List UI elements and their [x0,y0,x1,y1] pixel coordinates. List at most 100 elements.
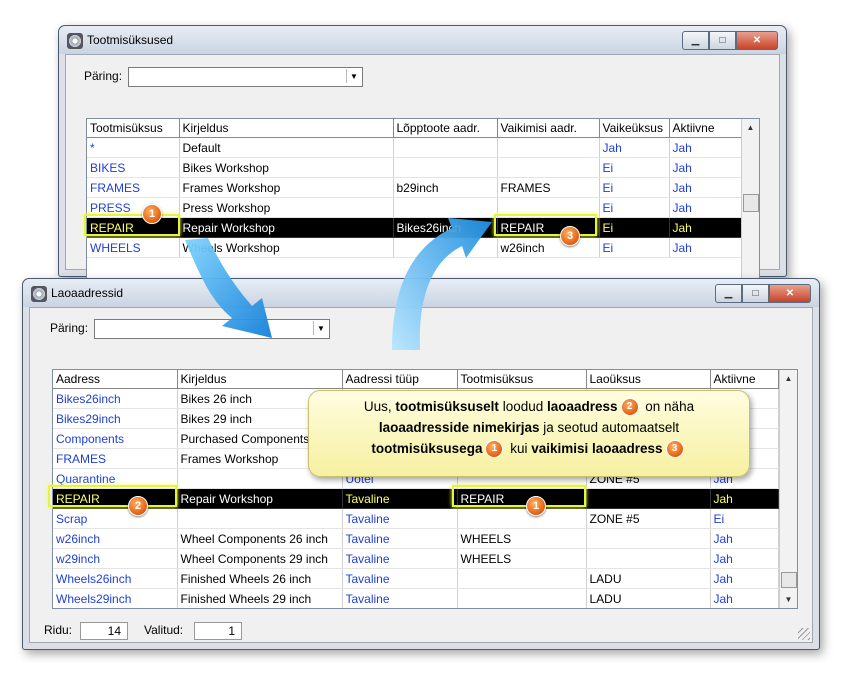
callout-bold: laoaadresside nimekirjas [378,420,540,435]
column-header[interactable]: Aktiivne [669,119,742,138]
table-cell [457,568,587,589]
table-cell: WHEELS [457,548,587,569]
table-row[interactable]: WHEELS Wheels Workshop w26inch Ei Jah [87,237,742,258]
close-button[interactable]: ✕ [769,284,811,303]
badge-2-icon: 2 [620,398,639,417]
scroll-down-icon[interactable]: ▼ [780,591,797,608]
table-cell: Tavaline [342,568,458,589]
query-label: Päring: [84,69,123,83]
scroll-thumb[interactable] [781,572,797,588]
callout-text: loodud [498,399,547,414]
callout-bold: vaikimisi laoaadress [531,441,663,456]
table-cell: Tavaline [342,508,458,529]
resize-grip-icon[interactable] [798,628,810,640]
table-cell: Jah [710,488,779,509]
table-cell: Jah [710,568,779,589]
vertical-scrollbar[interactable]: ▲ [741,119,759,299]
table-cell: FRAMES [497,177,600,198]
vertical-scrollbar[interactable]: ▲ ▼ [779,370,797,608]
column-header[interactable]: Tootmisüksus [457,370,587,389]
table-cell: Ei [599,237,670,258]
maximize-button[interactable]: □ [709,31,736,50]
table-row[interactable]: Wheels26inch Finished Wheels 26 inch Taval… [53,568,779,589]
scroll-up-icon[interactable]: ▲ [742,119,759,136]
scroll-thumb[interactable] [743,194,759,212]
badge-1-icon: 1 [485,440,504,459]
column-header[interactable]: Aadressi tüüp [342,370,458,389]
chevron-down-icon[interactable]: ▼ [346,69,361,83]
table-cell: Tavaline [342,548,458,569]
table-cell: Ei [599,197,670,218]
table-cell: Bikes26inch [53,388,178,409]
table-cell: Tavaline [342,588,458,608]
table-cell: Ei [599,157,670,178]
close-button[interactable]: ✕ [736,31,778,50]
explanation-callout: Uus, tootmisüksuselt loodud laoaadress 2 … [308,390,750,477]
minimize-button[interactable]: ▁ [682,31,709,50]
highlight-repair-address [48,485,177,507]
badge-2-icon: 2 [128,496,148,516]
column-header[interactable]: Kirjeldus [179,119,394,138]
table-row[interactable]: Scrap Tavaline ZONE #5 Ei [53,508,779,529]
table-cell: Jah [669,217,742,238]
table-cell [393,157,498,178]
column-header[interactable]: Aadress [53,370,178,389]
column-header[interactable]: Laoüksus [586,370,711,389]
table-cell [497,137,600,158]
column-header[interactable]: Kirjeldus [177,370,343,389]
table-row[interactable]: REPAIR Repair Workshop Bikes26inch REPAIR Ei… [87,217,742,238]
chevron-down-icon[interactable]: ▼ [313,321,328,335]
table-cell: Press Workshop [179,197,394,218]
minimize-button[interactable]: ▁ [715,284,742,303]
table-cell [586,548,711,569]
table-cell: BIKES [87,157,180,178]
callout-bold: tootmisüksusega [371,441,483,456]
query-select[interactable]: ▼ [128,67,363,87]
column-header[interactable]: Vaikeüksus [599,119,670,138]
table-cell: Wheels26inch [53,568,178,589]
table-cell: Jah [710,548,779,569]
table-row[interactable]: BIKES Bikes Workshop Ei Jah [87,157,742,178]
table-cell: Jah [669,157,742,178]
status-bar: Ridu: 14 Valitud: 1 [30,620,812,642]
table-cell [393,137,498,158]
table-cell: FRAMES [53,448,178,469]
production-units-window: Tootmisüksused ▁ □ ✕ Päring: ▼ Tootmisük… [58,25,787,300]
table-cell [497,157,600,178]
table-cell [393,197,498,218]
table-cell: Bikes Workshop [179,157,394,178]
scroll-up-icon[interactable]: ▲ [780,370,797,387]
table-cell: Tavaline [342,488,458,509]
title-bar[interactable]: Tootmisüksused ▁ □ ✕ [59,26,786,54]
table-row[interactable]: FRAMES Frames Workshop b29inch FRAMES Ei Jah [87,177,742,198]
maximize-button[interactable]: □ [742,284,769,303]
column-header[interactable]: Tootmisüksus [87,119,180,138]
column-header[interactable]: Lõpptoote aadr. [393,119,498,138]
table-cell: Scrap [53,508,178,529]
highlight-linked-unit [452,485,586,507]
table-row[interactable]: * Default Jah Jah [87,137,742,158]
table-cell [393,237,498,258]
column-header[interactable]: Vaikimisi aadr. [497,119,600,138]
table-row[interactable]: w29inch Wheel Components 29 inch Tavaline W… [53,548,779,569]
query-select[interactable]: ▼ [94,319,330,339]
highlight-repair-unit [84,214,180,236]
table-cell: Repair Workshop [177,488,343,509]
table-cell: LADU [586,588,711,608]
title-bar[interactable]: Laoaadressid ▁ □ ✕ [23,279,819,307]
callout-bold: tootmisüksuselt [395,399,499,414]
table-cell: Wheels29inch [53,588,178,608]
table-cell: * [87,137,180,158]
table-row[interactable]: PRESS Press Workshop Ei Jah [87,197,742,218]
table-cell: Wheel Components 26 inch [177,528,343,549]
table-row[interactable]: w26inch Wheel Components 26 inch Tavaline W… [53,528,779,549]
badge-1-icon: 1 [526,496,546,516]
table-cell: w29inch [53,548,178,569]
column-header[interactable]: Aktiivne [710,370,779,389]
table-cell: Frames Workshop [179,177,394,198]
table-row[interactable]: Wheels29inch Finished Wheels 29 inch Taval… [53,588,779,608]
table-cell: Bikes26inch [393,217,498,238]
rows-count-label: Ridu: [44,623,73,637]
app-gear-icon [31,286,47,302]
production-units-table: Tootmisüksus Kirjeldus Lõpptoote aadr. Vaik… [86,118,760,300]
